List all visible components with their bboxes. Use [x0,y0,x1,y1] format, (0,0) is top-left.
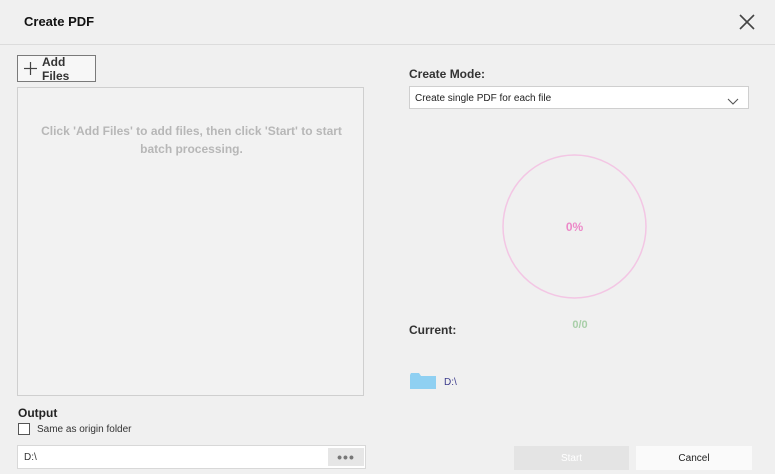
title-bar: Create PDF [0,0,775,45]
cancel-button[interactable]: Cancel [636,446,752,470]
output-path-field[interactable]: D:\ ••• [17,445,366,469]
current-path: D:\ [444,377,457,388]
close-button[interactable] [736,11,758,33]
dialog-title: Create PDF [24,14,95,29]
plus-icon [24,62,37,75]
file-list-hint: Click 'Add Files' to add files, then cli… [41,124,342,156]
output-label: Output [18,406,58,420]
create-mode-label: Create Mode: [409,67,486,81]
output-path-text: D:\ [24,452,37,463]
folder-icon [410,373,436,394]
browse-button[interactable]: ••• [328,448,364,466]
add-files-label: Add Files [42,54,70,83]
start-button[interactable]: Start [514,446,629,470]
same-origin-label: Same as origin folder [37,423,132,435]
current-label: Current: [409,323,457,337]
create-mode-value: Create single PDF for each file [415,93,552,104]
file-list[interactable]: Click 'Add Files' to add files, then cli… [17,87,364,396]
chevron-down-icon [727,93,739,111]
create-mode-select[interactable]: Create single PDF for each file [409,86,749,109]
close-icon [739,14,755,30]
progress-percent: 0% [565,220,584,234]
same-origin-option[interactable]: Same as origin folder [18,423,132,435]
add-files-button[interactable]: Add Files [17,54,96,83]
progress-count: 0/0 [572,319,588,331]
same-origin-checkbox[interactable] [18,423,30,435]
